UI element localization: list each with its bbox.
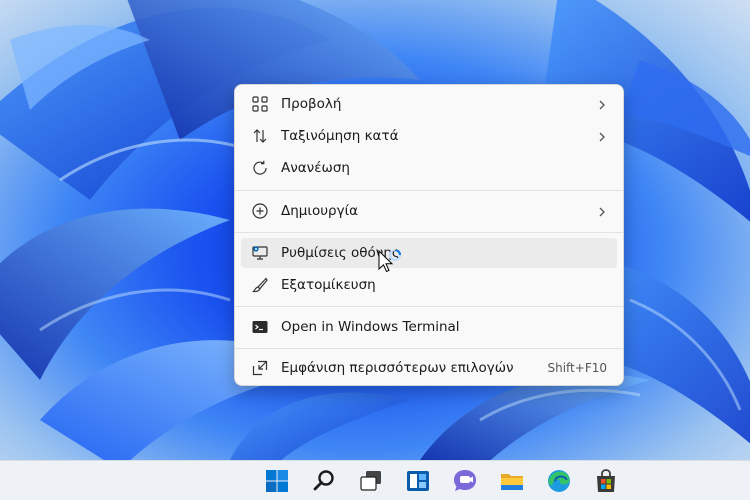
show-more-options-icon xyxy=(251,359,269,377)
taskbar xyxy=(0,460,750,500)
menu-item-sort-by[interactable]: Ταξινόμηση κατά xyxy=(241,121,617,151)
menu-separator xyxy=(235,306,623,307)
menu-separator xyxy=(235,190,623,191)
desktop[interactable]: Προβολή Ταξινόμηση κατά Ανανέωση Δημιουρ… xyxy=(0,0,750,460)
menu-separator xyxy=(235,348,623,349)
menu-item-display-settings[interactable]: Ρυθμίσεις οθόνης xyxy=(241,238,617,268)
task-view-icon[interactable] xyxy=(357,467,385,495)
chevron-right-icon xyxy=(595,129,609,143)
menu-item-label: Ταξινόμηση κατά xyxy=(281,128,399,144)
menu-item-new[interactable]: Δημιουργία xyxy=(241,196,617,226)
busy-cursor-icon xyxy=(378,250,402,273)
teams-chat-icon[interactable] xyxy=(451,467,479,495)
menu-item-label: Εμφάνιση περισσότερων επιλογών xyxy=(281,360,514,376)
menu-item-label: Εξατομίκευση xyxy=(281,277,376,293)
edge-browser-icon[interactable] xyxy=(545,467,573,495)
menu-item-open-terminal[interactable]: Open in Windows Terminal xyxy=(241,312,617,342)
menu-item-label: Δημιουργία xyxy=(281,203,359,219)
refresh-icon xyxy=(251,159,269,177)
menu-item-label: Open in Windows Terminal xyxy=(281,319,460,335)
menu-item-personalize[interactable]: Εξατομίκευση xyxy=(241,270,617,300)
menu-item-refresh[interactable]: Ανανέωση xyxy=(241,153,617,183)
chevron-right-icon xyxy=(595,204,609,218)
search-icon[interactable] xyxy=(310,467,338,495)
sort-arrows-icon xyxy=(251,127,269,145)
menu-item-label: Προβολή xyxy=(281,96,342,112)
menu-item-label: Ανανέωση xyxy=(281,160,350,176)
windows-start-icon[interactable] xyxy=(263,467,291,495)
desktop-context-menu: Προβολή Ταξινόμηση κατά Ανανέωση Δημιουρ… xyxy=(234,84,624,386)
widgets-icon[interactable] xyxy=(404,467,432,495)
menu-item-view[interactable]: Προβολή xyxy=(241,89,617,119)
chevron-right-icon xyxy=(595,97,609,111)
view-grid-icon xyxy=(251,95,269,113)
display-settings-icon xyxy=(251,244,269,262)
terminal-icon xyxy=(251,318,269,336)
new-plus-icon xyxy=(251,202,269,220)
microsoft-store-icon[interactable] xyxy=(592,467,620,495)
keyboard-shortcut: Shift+F10 xyxy=(547,361,607,375)
personalize-brush-icon xyxy=(251,276,269,294)
menu-item-show-more-options[interactable]: Εμφάνιση περισσότερων επιλογών Shift+F10 xyxy=(241,353,617,383)
file-explorer-icon[interactable] xyxy=(498,467,526,495)
menu-separator xyxy=(235,232,623,233)
